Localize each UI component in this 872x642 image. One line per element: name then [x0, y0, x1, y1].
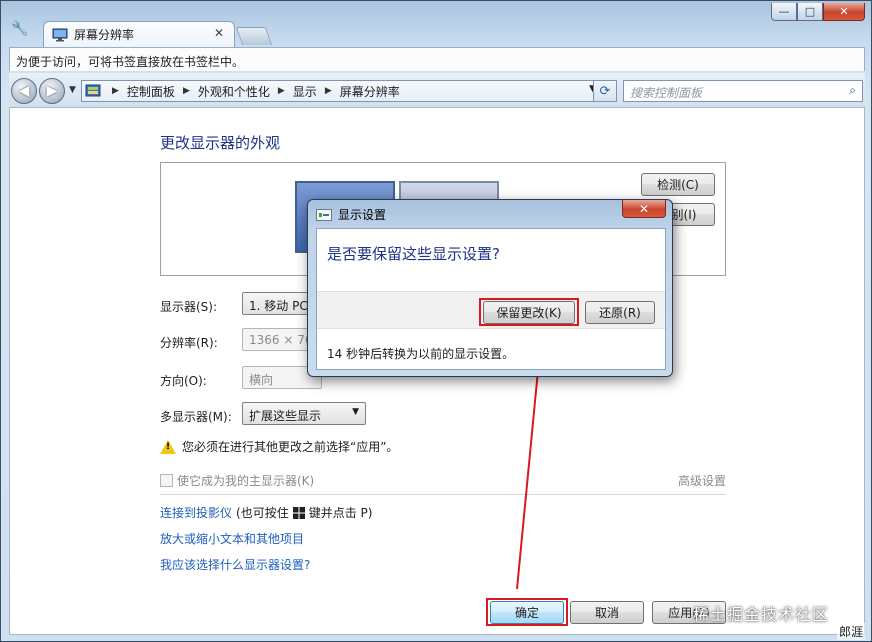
- watermark-author: 郎涯: [836, 623, 865, 640]
- keep-changes-button[interactable]: 保留更改(K): [483, 301, 575, 324]
- dialog-question: 是否要保留这些显示设置?: [327, 245, 500, 263]
- revert-button[interactable]: 还原(R): [585, 301, 655, 324]
- display-settings-icon: [316, 208, 332, 221]
- dialog-close-button[interactable]: ✕: [622, 200, 666, 218]
- dialog-title: 显示设置: [338, 208, 387, 222]
- dialog-title-bar: 显示设置: [316, 206, 386, 223]
- dialog-countdown: 14 秒钟后转换为以前的显示设置。: [327, 347, 515, 361]
- dialog-body: 是否要保留这些显示设置? 保留更改(K) 还原(R) 14 秒钟后转换为以前的显…: [316, 228, 666, 370]
- browser-window: — □ ✕ 🔧 屏幕分辨率 ✕ 为便于访问，可将书签直接放在书签栏中。 ◀ ▶ …: [0, 0, 872, 642]
- watermark: 稀土掘金技术社区: [693, 605, 830, 624]
- display-settings-dialog: 显示设置 ✕ 是否要保留这些显示设置? 保留更改(K) 还原(R) 14 秒钟后…: [307, 199, 673, 377]
- dialog-button-bar: 保留更改(K) 还原(R): [317, 291, 665, 329]
